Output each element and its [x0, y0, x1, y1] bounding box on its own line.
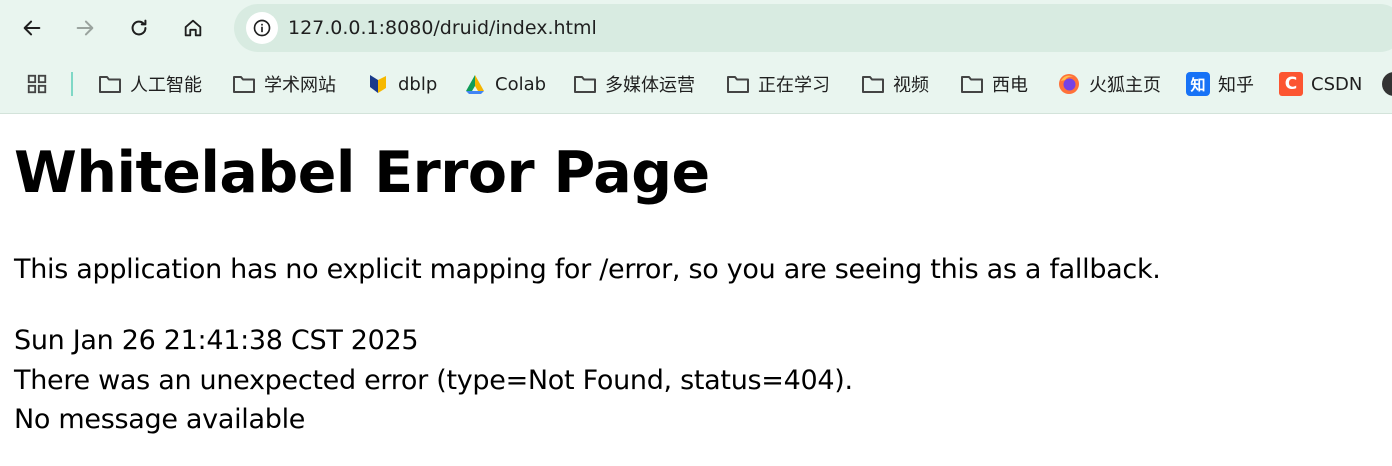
apps-grid-icon	[27, 74, 47, 94]
bookmark-label: 西电	[992, 75, 1028, 96]
bookmark-label: 知乎	[1218, 75, 1254, 96]
bookmark-folder-video[interactable]: 视频	[861, 70, 929, 98]
page-title: Whitelabel Error Page	[14, 140, 710, 206]
url-text[interactable]: 127.0.0.1:8080/druid/index.html	[288, 17, 597, 39]
home-button[interactable]	[175, 10, 211, 46]
browser-toolbar: 127.0.0.1:8080/druid/index.html	[0, 0, 1392, 58]
zhihu-badge: 知	[1190, 75, 1206, 94]
bookmark-label: dblp	[398, 73, 438, 95]
address-bar[interactable]: 127.0.0.1:8080/druid/index.html	[234, 4, 1392, 52]
apps-button[interactable]	[26, 70, 48, 98]
reload-icon	[131, 19, 147, 36]
bookmark-folder-multimedia[interactable]: 多媒体运营	[573, 70, 695, 98]
bookmark-colab[interactable]: Colab	[463, 70, 546, 98]
bookmark-label: 视频	[893, 75, 929, 96]
back-arrow-icon	[23, 20, 41, 36]
bookmark-zhihu[interactable]: 知 知乎	[1186, 70, 1254, 98]
folder-icon	[573, 72, 597, 96]
bookmark-label: 正在学习	[758, 75, 830, 96]
error-message: This application has no explicit mapping…	[14, 254, 1161, 285]
info-icon	[253, 19, 271, 37]
folder-icon	[232, 72, 256, 96]
firefox-icon	[1057, 72, 1081, 96]
error-description: There was an unexpected error (type=Not …	[14, 365, 853, 396]
folder-icon	[960, 72, 984, 96]
bookmark-folder-ai[interactable]: 人工智能	[98, 70, 202, 98]
folder-icon	[726, 72, 750, 96]
overflow-icon	[1382, 72, 1392, 96]
zhihu-icon: 知	[1186, 72, 1210, 96]
colab-icon	[463, 72, 487, 96]
bookmark-firefox-home[interactable]: 火狐主页	[1057, 70, 1161, 98]
forward-arrow-icon	[76, 20, 94, 36]
bookmark-csdn[interactable]: C CSDN	[1279, 70, 1362, 98]
browser-chrome: 127.0.0.1:8080/druid/index.html 人工智能 学术网…	[0, 0, 1392, 114]
dblp-icon	[366, 72, 390, 96]
bookmark-folder-learning[interactable]: 正在学习	[726, 70, 830, 98]
error-timestamp: Sun Jan 26 21:41:38 CST 2025	[14, 325, 419, 356]
home-icon	[184, 19, 202, 37]
folder-icon	[861, 72, 885, 96]
site-info-button[interactable]	[246, 12, 278, 44]
bookmark-label: 多媒体运营	[605, 75, 695, 96]
bookmark-label: 火狐主页	[1089, 75, 1161, 96]
bookmarks-separator	[71, 72, 73, 96]
bookmarks-bar: 人工智能 学术网站 dblp Colab 多媒体运营 正在学习 视频 西电 火狐…	[0, 62, 1392, 106]
folder-icon	[98, 72, 122, 96]
csdn-icon: C	[1279, 72, 1303, 96]
bookmark-dblp[interactable]: dblp	[366, 70, 437, 98]
bookmark-label: CSDN	[1311, 73, 1363, 95]
bookmark-label: Colab	[495, 73, 547, 95]
bookmark-folder-xidian[interactable]: 西电	[960, 70, 1028, 98]
bookmark-label: 人工智能	[130, 75, 202, 96]
error-detail: No message available	[14, 404, 306, 435]
bookmark-label: 学术网站	[264, 75, 336, 96]
forward-button[interactable]	[67, 10, 103, 46]
csdn-badge: C	[1284, 74, 1298, 94]
reload-button[interactable]	[121, 10, 157, 46]
bookmarks-overflow[interactable]	[1382, 70, 1392, 98]
back-button[interactable]	[14, 10, 50, 46]
bookmark-folder-academic[interactable]: 学术网站	[232, 70, 336, 98]
